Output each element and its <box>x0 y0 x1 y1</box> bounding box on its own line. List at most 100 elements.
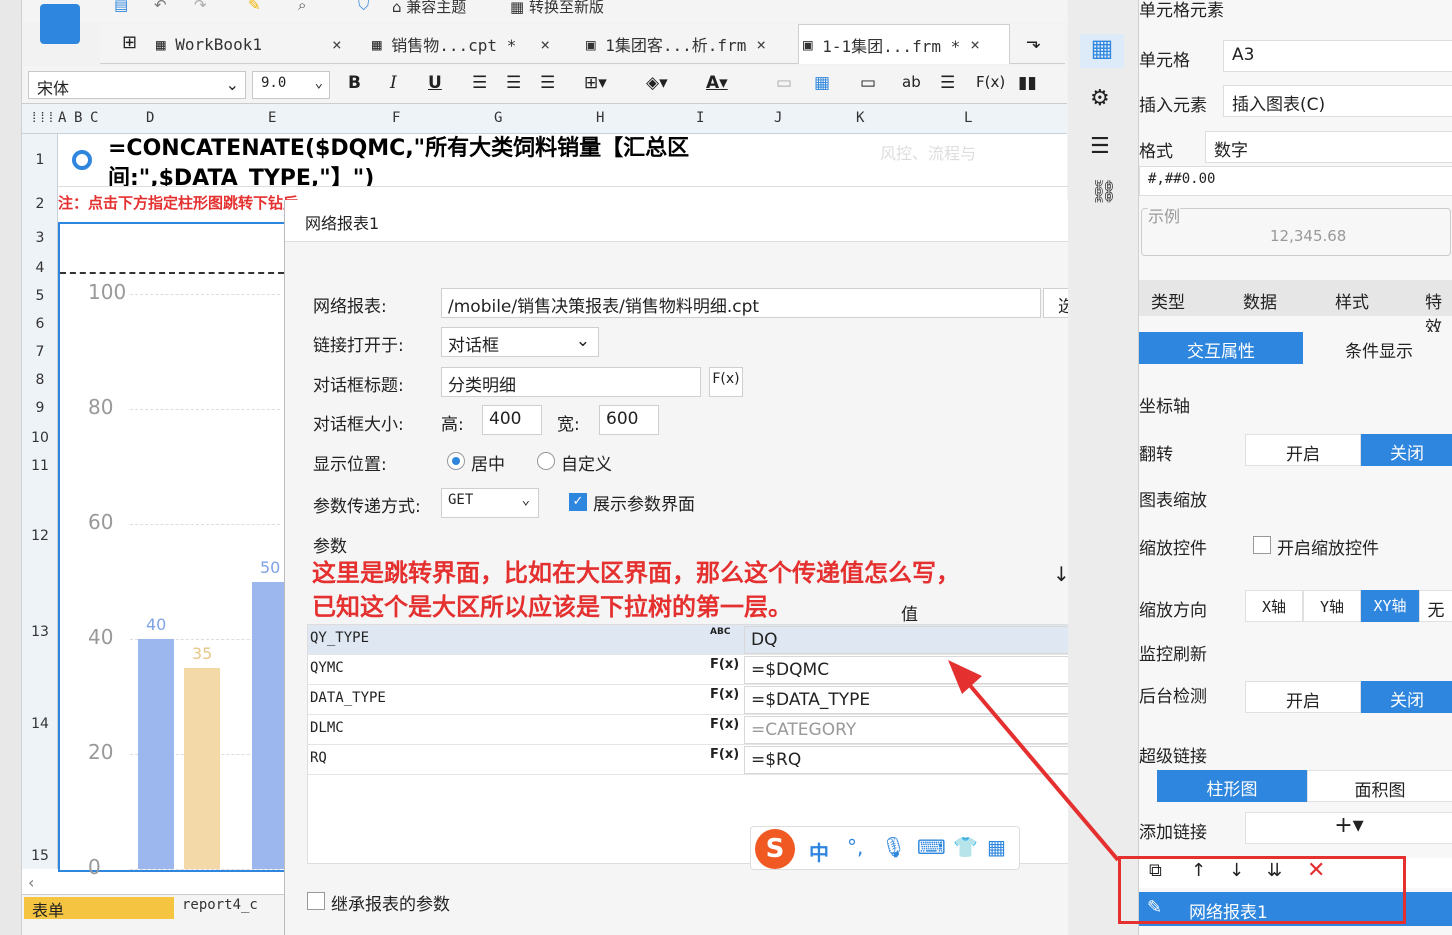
radio-center[interactable] <box>447 452 465 470</box>
align-left-icon[interactable]: ☰ <box>472 73 487 93</box>
insert-chart-select[interactable]: 插入图表(C) <box>1223 85 1452 117</box>
frame-icon[interactable]: ▭ <box>776 73 792 93</box>
text-ab-icon[interactable]: ab <box>902 73 921 91</box>
col-c[interactable]: C <box>90 110 98 126</box>
col-g[interactable]: G <box>494 110 502 126</box>
border-icon[interactable]: ⊞▾ <box>584 73 607 93</box>
sogou-logo-icon[interactable]: S <box>755 829 795 869</box>
chart-bar[interactable] <box>252 581 288 869</box>
hyperlink-bar-tab[interactable]: 柱形图 <box>1157 770 1307 802</box>
format-select[interactable]: 数字 <box>1205 131 1452 163</box>
chevron-left-icon[interactable]: ‹ <box>28 873 34 892</box>
row-5[interactable]: 5 <box>22 288 58 304</box>
row-2[interactable]: 2 <box>22 196 58 212</box>
hyperlink-area-tab[interactable]: 面积图 <box>1307 770 1452 802</box>
col-i[interactable]: I <box>696 110 704 126</box>
param-value[interactable]: DQ <box>744 626 1110 654</box>
preview-icon[interactable]: ⌕ <box>298 0 306 14</box>
tab-group-frm[interactable]: ▣ 1集团客...析.frm × <box>586 24 786 64</box>
flip-on-toggle[interactable]: 开启 <box>1245 434 1361 466</box>
note-cell[interactable]: 注：点击下方指定柱形图跳转下钻后的【分类明细】，汇总区间…… <box>58 192 298 218</box>
ime-chinese-icon[interactable]: 中 <box>809 837 829 866</box>
formula-cell[interactable]: =CONCATENATE($DQMC,"所有大类饲料销量【汇总区间:",$DAT… <box>104 134 810 186</box>
param-value[interactable]: =$RQ <box>744 746 1110 774</box>
row-15[interactable]: 15 <box>22 848 58 864</box>
row-10[interactable]: 10 <box>22 430 58 446</box>
backend-off-toggle[interactable]: 关闭 <box>1361 681 1452 713</box>
flip-off-toggle[interactable]: 关闭 <box>1361 434 1452 466</box>
bold-button[interactable]: B <box>348 73 361 93</box>
checkbox-show-param[interactable]: ✓ <box>569 493 587 511</box>
list-icon[interactable]: ☰ <box>940 73 955 93</box>
font-select[interactable]: 宋体 ⌄ <box>28 71 246 99</box>
param-value[interactable]: =$DATA_TYPE <box>744 686 1110 714</box>
fx-icon[interactable]: F(x) <box>710 657 739 672</box>
tab-data[interactable]: 数据 <box>1243 288 1277 313</box>
chart-bar[interactable] <box>138 639 174 869</box>
table-row[interactable]: DLMC F(x) =CATEGORY <box>308 715 1114 745</box>
fx-icon[interactable]: F(x) <box>976 73 1005 91</box>
col-f[interactable]: F <box>392 110 400 126</box>
grid-icon[interactable]: ⊞ <box>122 32 137 53</box>
dialog-title-input[interactable]: 分类明细 <box>441 367 701 397</box>
widget-icon[interactable]: ☰ <box>1090 134 1110 159</box>
col-l[interactable]: L <box>964 110 972 126</box>
open-in-select[interactable]: 对话框 ⌄ <box>441 327 599 357</box>
height-input[interactable]: 400 <box>482 405 542 435</box>
tab-workbook1[interactable]: ▦ WorkBook1 × <box>156 24 356 64</box>
param-value[interactable]: =$DQMC <box>744 656 1110 684</box>
keyboard-icon[interactable]: ⌨ <box>917 835 946 859</box>
chart-bar[interactable] <box>184 667 220 869</box>
method-select[interactable]: GET ⌄ <box>441 488 539 518</box>
close-icon[interactable]: × <box>756 35 766 54</box>
row-7[interactable]: 7 <box>22 344 58 360</box>
cell-value-input[interactable]: A3 <box>1223 40 1452 72</box>
theme-menu[interactable]: ⌂ 兼容主题 <box>392 0 466 17</box>
col-k[interactable]: K <box>856 110 864 126</box>
backend-on-toggle[interactable]: 开启 <box>1245 681 1361 713</box>
redo-icon[interactable]: ↷ <box>194 0 207 14</box>
report-path-input[interactable]: /mobile/销售决策报表/销售物料明细.cpt <box>441 288 1041 318</box>
row-8[interactable]: 8 <box>22 372 58 388</box>
col-h[interactable]: H <box>596 110 604 126</box>
zoom-dir-none[interactable]: 无 <box>1419 590 1452 622</box>
undo-icon[interactable]: ↶ <box>154 0 167 14</box>
table-icon[interactable]: ▦ <box>814 73 830 93</box>
select-all-icon[interactable]: ⁞⁞⁞ <box>30 110 55 127</box>
abc-icon[interactable]: ABC <box>710 627 730 637</box>
subtab-condition[interactable]: 条件显示 <box>1305 332 1452 364</box>
row-4[interactable]: 4 <box>22 260 58 276</box>
font-size-select[interactable]: 9.0 ⌄ <box>252 71 330 99</box>
col-d[interactable]: D <box>146 110 154 126</box>
convert-menu[interactable]: ▦ 转换至新版 <box>510 0 604 17</box>
row-1[interactable]: 1 <box>22 152 58 168</box>
input-icon[interactable]: ▭ <box>860 73 876 93</box>
row-9[interactable]: 9 <box>22 400 58 416</box>
col-a[interactable]: A <box>58 110 66 126</box>
param-value[interactable]: =CATEGORY <box>744 716 1110 744</box>
zoom-dir-x[interactable]: X轴 <box>1245 590 1303 622</box>
close-icon[interactable]: × <box>970 35 980 54</box>
col-j[interactable]: J <box>774 110 782 126</box>
row-11[interactable]: 11 <box>22 458 58 474</box>
sheet-tab-form[interactable]: 表单 <box>24 897 174 920</box>
font-color-icon[interactable]: A▾ <box>706 73 728 93</box>
chart-area[interactable]: 100 80 60 40 20 0 40 35 50 <box>58 222 288 879</box>
table-row[interactable]: QY_TYPE ABC DQ <box>308 625 1114 655</box>
align-right-icon[interactable]: ☰ <box>540 73 555 93</box>
zoom-dir-y[interactable]: Y轴 <box>1303 590 1361 622</box>
tab-sales-cpt[interactable]: ▦ 销售物...cpt * × <box>372 24 572 64</box>
shield-icon[interactable]: ⛉ <box>358 0 369 14</box>
row-12[interactable]: 12 <box>22 528 58 544</box>
row-6[interactable]: 6 <box>22 316 58 332</box>
fill-color-icon[interactable]: ◈▾ <box>646 73 668 93</box>
link-icon[interactable]: ⛓ <box>1090 180 1118 205</box>
brush-icon[interactable]: ✎ <box>248 0 261 14</box>
row-13[interactable]: 13 <box>22 624 58 640</box>
cell-attr-icon[interactable]: ⚙ <box>1090 86 1110 111</box>
tab-menu-icon[interactable]: ⬎ <box>1026 32 1041 53</box>
row-14[interactable]: 14 <box>22 716 58 732</box>
fx-icon[interactable]: F(x) <box>710 717 739 732</box>
tab-effect[interactable]: 特效 <box>1425 288 1452 338</box>
underline-button[interactable]: U <box>428 73 442 93</box>
